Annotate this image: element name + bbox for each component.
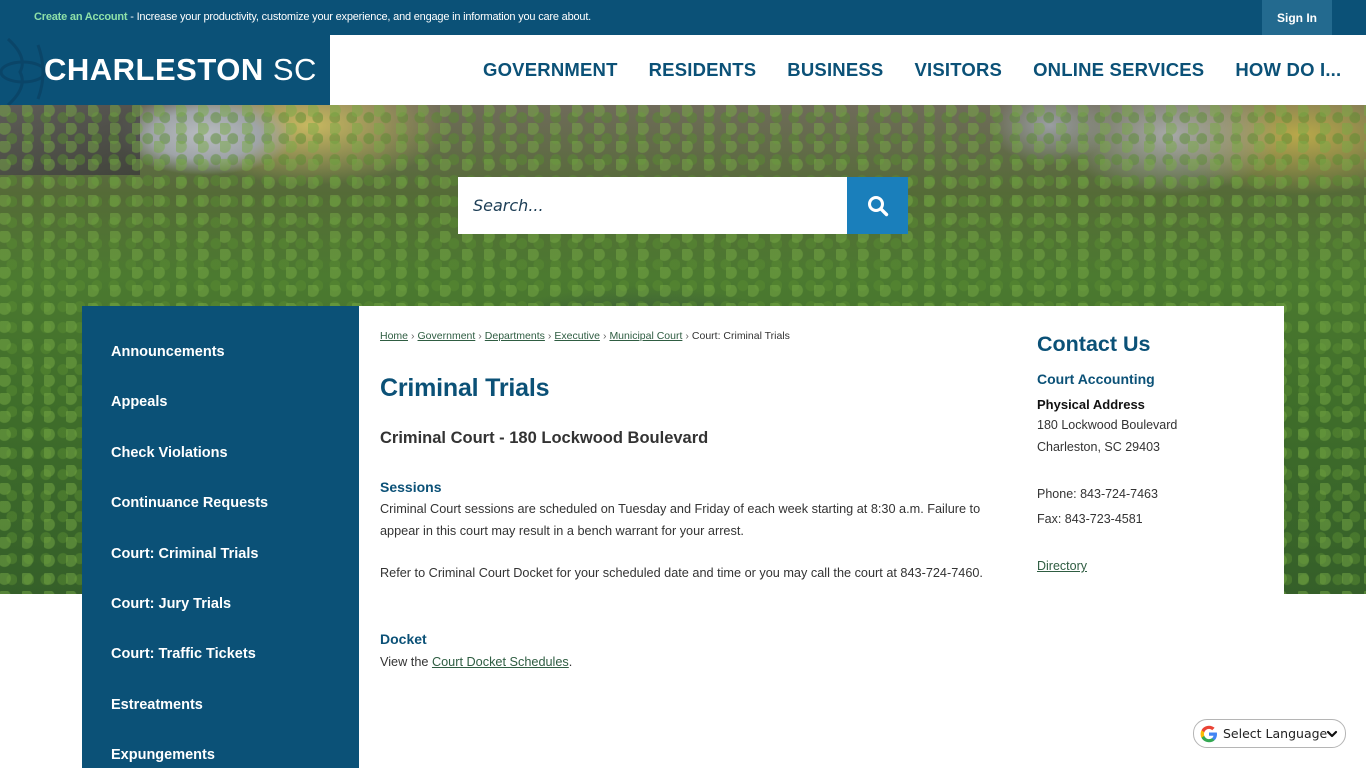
docket-heading: Docket (380, 631, 427, 647)
sidebar-item-jury-trials[interactable]: Court: Jury Trials (111, 596, 231, 612)
address-label: Physical Address (1037, 397, 1145, 412)
site-header: CHARLESTON SC GOVERNMENT RESIDENTS BUSIN… (0, 35, 1366, 105)
docket-paragraph: View the Court Docket Schedules. (380, 655, 573, 669)
sidebar-nav: Announcements Appeals Check Violations C… (82, 306, 359, 768)
sidebar-item-estreatments[interactable]: Estreatments (111, 697, 203, 713)
nav-how-do-i[interactable]: HOW DO I... (1235, 59, 1341, 81)
chevron-down-icon (1326, 730, 1338, 738)
contact-phone: Phone: 843-724-7463 (1037, 487, 1158, 501)
address-line-1: 180 Lockwood Boulevard (1037, 418, 1178, 432)
sidebar-item-check-violations[interactable]: Check Violations (111, 445, 228, 461)
breadcrumb-municipal-court[interactable]: Municipal Court (609, 330, 682, 342)
nav-residents[interactable]: RESIDENTS (649, 59, 757, 81)
nav-online-services[interactable]: ONLINE SERVICES (1033, 59, 1204, 81)
promo-text: - Increase your productivity, customize … (127, 11, 592, 23)
breadcrumb-government[interactable]: Government (418, 330, 476, 342)
page-subheading: Criminal Court - 180 Lockwood Boulevard (380, 429, 709, 447)
sidebar-item-announcements[interactable]: Announcements (111, 344, 225, 360)
sessions-paragraph-2: Refer to Criminal Court Docket for your … (380, 566, 983, 580)
google-icon (1200, 725, 1217, 742)
sessions-heading: Sessions (380, 479, 442, 495)
language-select-value: Select Language (1223, 726, 1328, 741)
site-search (458, 177, 908, 234)
directory-link[interactable]: Directory (1037, 559, 1087, 573)
sidebar-item-criminal-trials[interactable]: Court: Criminal Trials (111, 546, 258, 562)
sign-in-button[interactable]: Sign In (1262, 0, 1332, 35)
account-promo: Create an Account - Increase your produc… (34, 11, 591, 23)
site-logo[interactable]: CHARLESTON SC (0, 35, 330, 105)
nav-government[interactable]: GOVERNMENT (483, 59, 618, 81)
address-line-2: Charleston, SC 29403 (1037, 440, 1160, 454)
search-icon (867, 195, 888, 216)
sessions-paragraph-1: Criminal Court sessions are scheduled on… (380, 502, 981, 538)
sidebar-item-traffic-tickets[interactable]: Court: Traffic Tickets (111, 646, 256, 662)
breadcrumb-current: Court: Criminal Trials (691, 330, 790, 342)
nav-visitors[interactable]: VISITORS (914, 59, 1002, 81)
brand-name: CHARLESTON SC (44, 52, 317, 87)
language-select[interactable]: Select Language (1193, 719, 1346, 748)
create-account-link[interactable]: Create an Account (34, 11, 128, 23)
breadcrumb-departments[interactable]: Departments (485, 330, 545, 342)
court-docket-schedules-link[interactable]: Court Docket Schedules (432, 655, 569, 669)
breadcrumb-home[interactable]: Home (380, 330, 408, 342)
search-button[interactable] (847, 177, 908, 234)
top-bar: Create an Account - Increase your produc… (0, 0, 1366, 35)
main-content: Home › Government › Departments › Executive › Mu… (359, 306, 1284, 768)
sidebar-item-appeals[interactable]: Appeals (111, 394, 167, 410)
contact-heading: Contact Us (1037, 332, 1151, 356)
contact-department: Court Accounting (1037, 371, 1155, 387)
breadcrumb-executive[interactable]: Executive (554, 330, 600, 342)
sidebar-item-expungements[interactable]: Expungements (111, 747, 215, 763)
main-nav: GOVERNMENT RESIDENTS BUSINESS VISITORS O… (483, 35, 1366, 105)
search-input[interactable] (458, 177, 847, 234)
breadcrumb: Home › Government › Departments › Executive › Mu… (380, 330, 790, 342)
nav-business[interactable]: BUSINESS (787, 59, 883, 81)
page-title: Criminal Trials (380, 374, 550, 402)
contact-fax: Fax: 843-723-4581 (1037, 512, 1143, 526)
sidebar-item-continuance-requests[interactable]: Continuance Requests (111, 495, 268, 511)
